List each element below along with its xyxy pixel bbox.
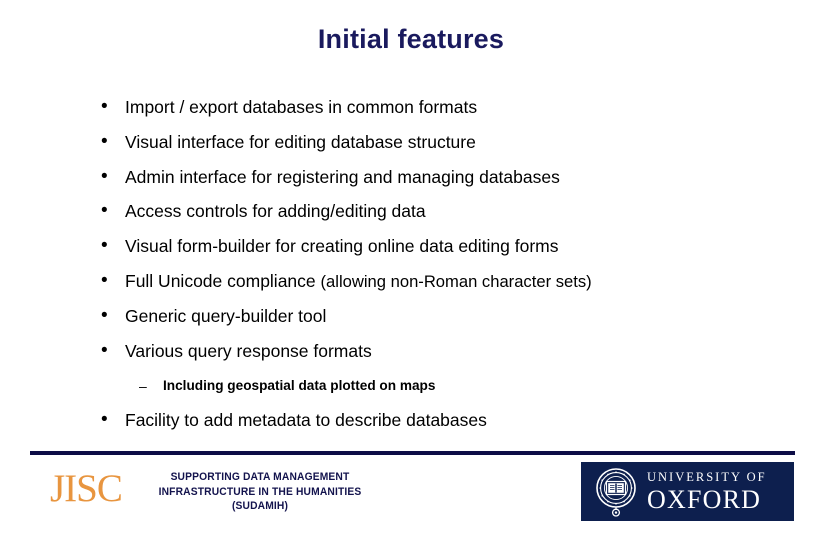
list-item: • Full Unicode compliance (allowing non-… — [0, 270, 822, 305]
oxford-crest-icon — [596, 468, 636, 517]
list-item: • Visual form-builder for creating onlin… — [0, 235, 822, 270]
project-strapline-line2: INFRASTRUCTURE IN THE HUMANITIES — [158, 485, 362, 498]
list-item-label: Import / export databases in common form… — [125, 97, 478, 117]
oxford-line-oxford: OXFORD — [647, 485, 762, 514]
bullet-marker-icon: • — [101, 200, 108, 222]
bullet-marker-icon: • — [101, 96, 108, 117]
slide-canvas: Initial features • Import / export datab… — [0, 0, 822, 540]
list-item-label: Various query response formats — [125, 340, 372, 361]
list-item: • Generic query-builder tool — [0, 305, 822, 340]
project-strapline-line3: (SUDAMIH) — [231, 500, 289, 513]
list-item-label-main: Full Unicode compliance — [125, 270, 321, 291]
oxford-logo: UNIVERSITY OF OXFORD — [581, 462, 794, 521]
list-item-label: Generic query-builder tool — [125, 305, 327, 326]
bullet-marker-icon: • — [101, 165, 108, 187]
list-item-label: Access controls for adding/editing data — [125, 201, 426, 222]
list-item: • Various query response formats — [0, 340, 822, 375]
bullet-marker-icon: • — [101, 235, 108, 257]
list-item-label-note: (allowing non-Roman character sets) — [320, 271, 592, 291]
project-strapline: SUPPORTING DATA MANAGEMENT INFRASTRUCTUR… — [140, 470, 380, 514]
bullet-marker-icon: • — [101, 339, 108, 361]
oxford-wordmark: UNIVERSITY OF OXFORD — [647, 470, 787, 514]
bullet-marker-icon: • — [101, 304, 108, 326]
project-strapline-line1: SUPPORTING DATA MANAGEMENT — [170, 471, 350, 483]
sub-list-item-label: Including geospatial data plotted on map… — [163, 378, 436, 395]
oxford-line-university-of: UNIVERSITY OF — [647, 470, 767, 484]
list-item-label: Facility to add metadata to describe dat… — [125, 410, 487, 431]
list-item: • Import / export databases in common fo… — [0, 96, 822, 131]
list-item: • Access controls for adding/editing dat… — [0, 200, 822, 235]
bullet-marker-icon: • — [101, 130, 108, 152]
bullet-list: • Import / export databases in common fo… — [0, 96, 822, 444]
page-title: Initial features — [317, 24, 505, 54]
footer-divider — [30, 451, 795, 455]
list-item-label: Visual form-builder for creating online … — [125, 236, 559, 257]
list-item-label: Visual interface for editing database st… — [125, 131, 476, 152]
list-item-label: Admin interface for registering and mana… — [125, 166, 560, 187]
jisc-logo: JISC — [50, 467, 123, 510]
list-item: • Admin interface for registering and ma… — [0, 166, 822, 201]
bullet-marker-icon: • — [101, 269, 108, 291]
list-item: • Facility to add metadata to describe d… — [0, 409, 822, 444]
bullet-marker-icon: • — [101, 409, 108, 431]
sub-list-item: – Including geospatial data plotted on m… — [0, 374, 822, 409]
list-item: • Visual interface for editing database … — [0, 131, 822, 166]
list-item-label: Full Unicode compliance (allowing non-Ro… — [125, 270, 592, 293]
dash-marker-icon: – — [139, 378, 147, 395]
